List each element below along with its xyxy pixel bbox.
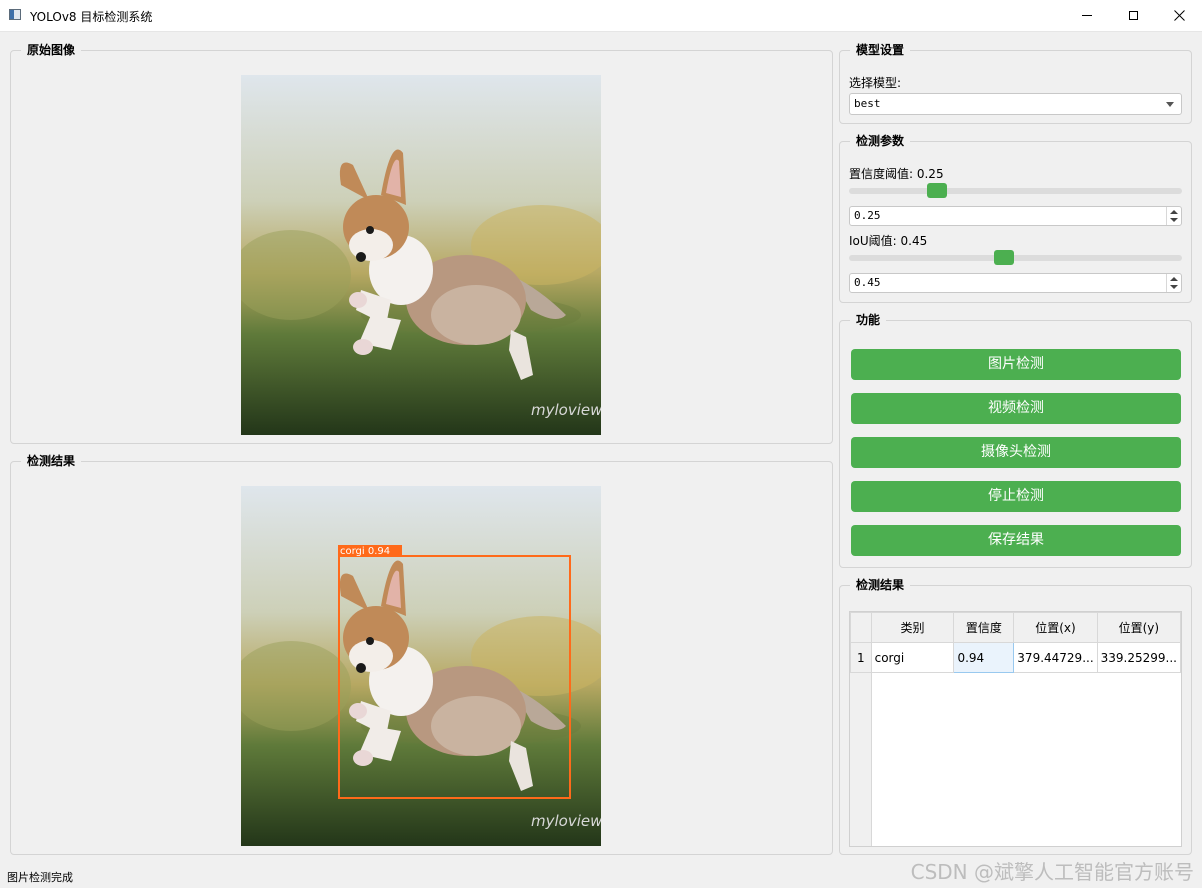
table-corner[interactable] [850,612,872,643]
iou-spinbox-value: 0.45 [854,276,881,289]
close-button[interactable] [1156,0,1202,31]
row-number[interactable]: 1 [850,642,872,673]
maximize-button[interactable] [1110,0,1156,31]
table-header-row: 类别 置信度 位置(x) 位置(y) [850,612,1181,643]
original-image-title: 原始图像 [21,42,82,58]
minimize-icon [1082,15,1092,16]
spin-up-icon[interactable] [1170,277,1178,281]
functions-title: 功能 [850,312,887,328]
app-icon [9,9,21,20]
original-image: myloview [241,75,601,435]
cell-x[interactable]: 379.44729... [1013,642,1098,673]
corgi-photo: myloview [241,75,601,435]
result-image: myloview corgi 0.94 [241,486,601,846]
detection-label: corgi 0.94 [340,546,390,557]
result-image-title: 检测结果 [21,453,82,469]
confidence-label: 置信度阈值: 0.25 [849,167,944,181]
camera-detect-button[interactable]: 摄像头检测 [851,437,1181,468]
results-table-title: 检测结果 [850,577,911,593]
spin-down-icon[interactable] [1170,218,1178,222]
iou-spinbox[interactable]: 0.45 [849,273,1182,293]
iou-slider-handle[interactable] [993,250,1014,265]
detection-params-group: 检测参数 置信度阈值: 0.25 0.25 IoU阈值: 0.45 0.45 [839,133,1192,303]
model-settings-title: 模型设置 [850,42,911,58]
stop-detect-button[interactable]: 停止检测 [851,481,1181,512]
detection-params-title: 检测参数 [850,133,911,149]
column-header-x[interactable]: 位置(x) [1013,612,1098,643]
confidence-spin-buttons[interactable] [1166,207,1181,225]
spin-up-icon[interactable] [1170,210,1178,214]
close-icon [1173,10,1185,21]
results-table-group: 检测结果 类别 置信度 位置(x) 位置(y) 1 corgi 0.94 379… [839,577,1192,855]
column-header-y[interactable]: 位置(y) [1096,612,1181,643]
functions-group: 功能 图片检测 视频检测 摄像头检测 停止检测 保存结果 [839,312,1192,568]
confidence-spinbox-value: 0.25 [854,209,881,222]
original-image-group: 原始图像 myloview [10,42,833,444]
status-bar-message: 图片检测完成 [7,871,73,884]
iou-label: IoU阈值: 0.45 [849,234,928,248]
column-header-class[interactable]: 类别 [870,612,955,643]
maximize-icon [1128,11,1138,20]
cell-confidence[interactable]: 0.94 [953,642,1015,673]
model-settings-group: 模型设置 选择模型: best [839,42,1192,124]
minimize-button[interactable] [1064,0,1110,31]
iou-spin-buttons[interactable] [1166,274,1181,292]
cell-class[interactable]: corgi [870,642,955,673]
spin-down-icon[interactable] [1170,285,1178,289]
corgi-detection-photo: myloview corgi 0.94 [241,486,601,846]
title-bar: YOLOv8 目标检测系统 [0,0,1202,32]
confidence-spinbox[interactable]: 0.25 [849,206,1182,226]
iou-slider-track [849,255,1182,261]
confidence-slider[interactable] [849,181,1182,201]
iou-slider[interactable] [849,248,1182,268]
window-title: YOLOv8 目标检测系统 [30,10,153,24]
chevron-down-icon [1166,102,1174,107]
select-model-label: 选择模型: [849,76,902,90]
table-row[interactable]: 1 corgi 0.94 379.44729... 339.25299... [850,642,1181,673]
result-image-group: 检测结果 myloview corgi 0.94 [10,453,833,855]
save-results-button[interactable]: 保存结果 [851,525,1181,556]
video-detect-button[interactable]: 视频检测 [851,393,1181,424]
confidence-slider-handle[interactable] [927,183,948,198]
cell-y[interactable]: 339.25299... [1096,642,1181,673]
photo-watermark: myloview [531,401,601,419]
results-table[interactable]: 类别 置信度 位置(x) 位置(y) 1 corgi 0.94 379.4472… [849,611,1182,847]
column-header-confidence[interactable]: 置信度 [953,612,1015,643]
model-select[interactable]: best [849,93,1182,115]
csdn-watermark: CSDN @斌擎人工智能官方账号 [910,860,1194,884]
image-detect-button[interactable]: 图片检测 [851,349,1181,380]
result-photo-watermark: myloview [531,812,601,830]
model-select-value: best [854,97,881,110]
confidence-slider-track [849,188,1182,194]
